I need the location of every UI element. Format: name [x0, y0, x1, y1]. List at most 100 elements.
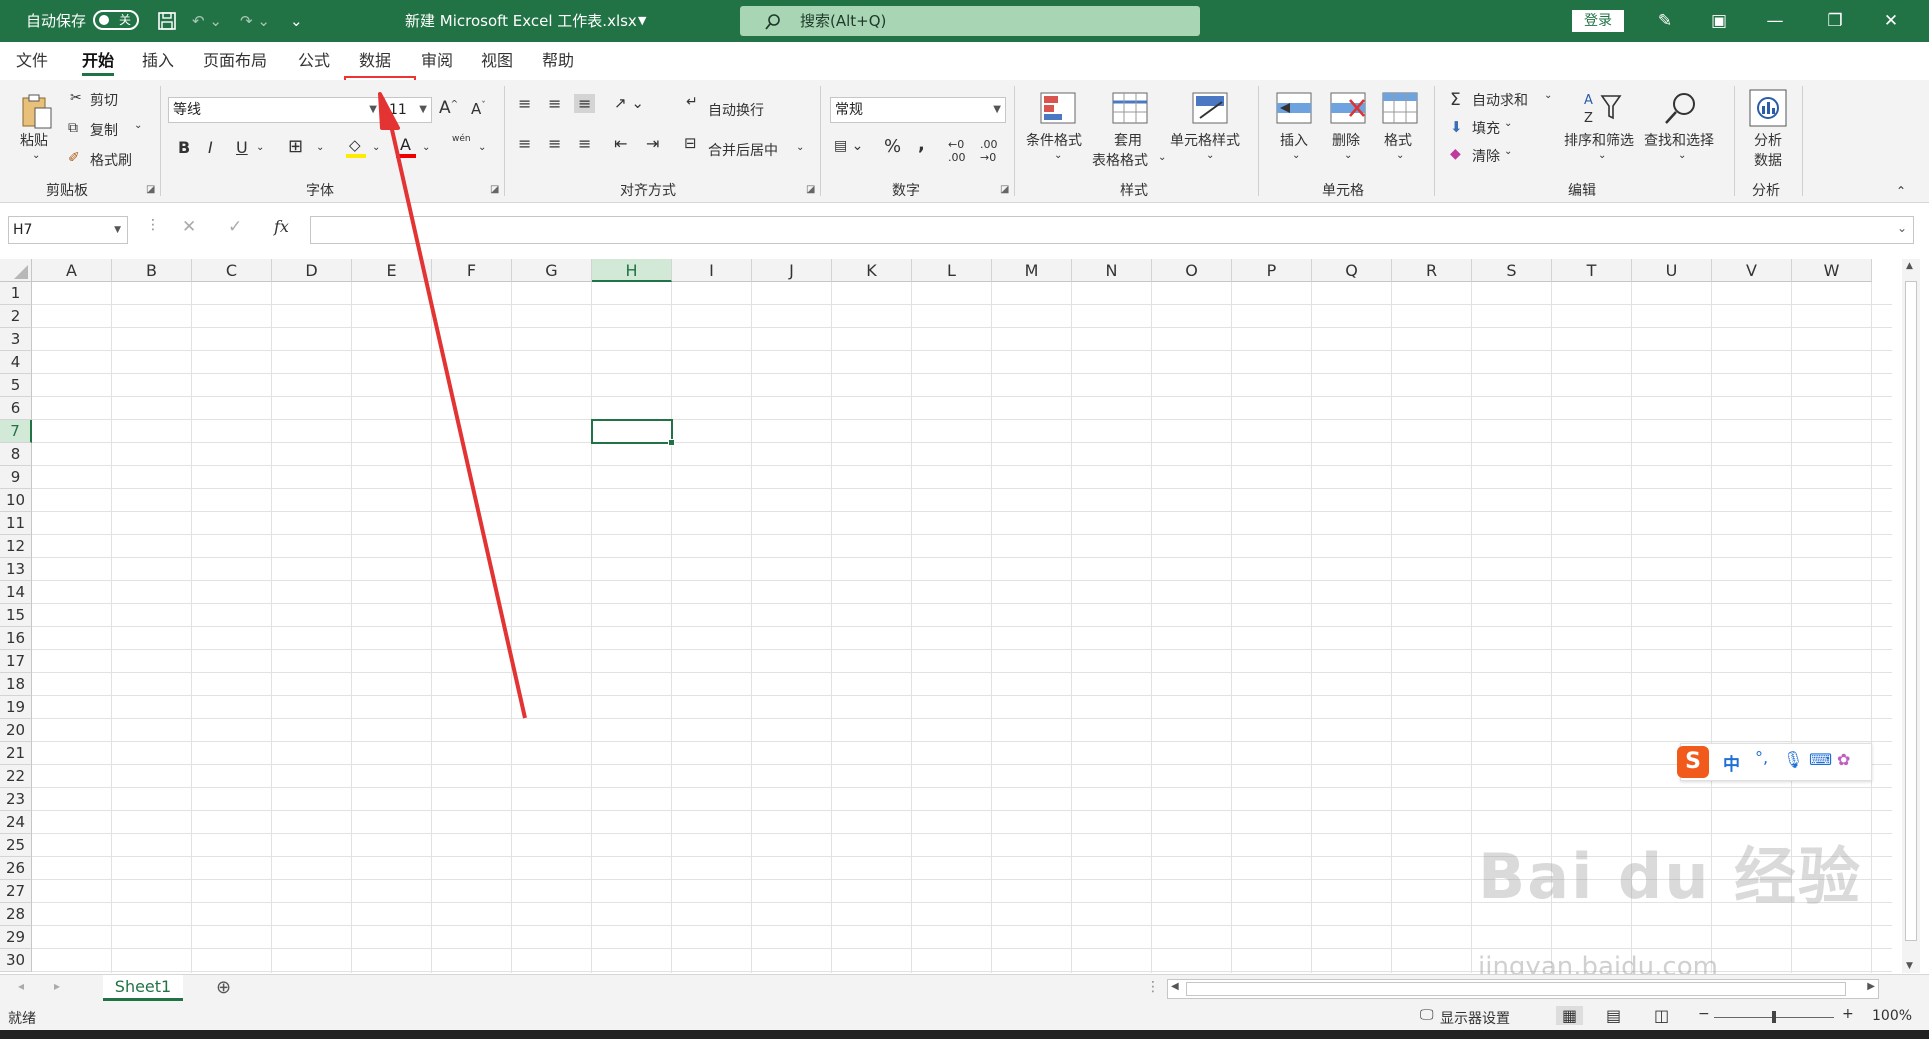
- insert-cells-icon[interactable]: [1276, 92, 1312, 124]
- zoom-level[interactable]: 100%: [1872, 1008, 1912, 1024]
- microphone-icon[interactable]: 🎙: [1783, 750, 1803, 769]
- column-header-p[interactable]: P: [1232, 259, 1312, 282]
- insert-function-icon[interactable]: fx: [274, 217, 289, 236]
- column-header-l[interactable]: L: [912, 259, 992, 282]
- increase-font-icon[interactable]: A^: [439, 98, 458, 118]
- conditional-format-icon[interactable]: [1040, 92, 1076, 124]
- analyze-data-icon[interactable]: [1748, 88, 1788, 128]
- zoom-in-icon[interactable]: +: [1842, 1006, 1854, 1022]
- border-icon[interactable]: ⊞: [288, 136, 303, 157]
- restore-icon[interactable]: ❐: [1812, 0, 1858, 42]
- row-header-24[interactable]: 24: [0, 811, 32, 834]
- row-header-17[interactable]: 17: [0, 650, 32, 673]
- row-header-30[interactable]: 30: [0, 949, 32, 972]
- merge-center-label[interactable]: 合并后居中: [708, 140, 778, 160]
- horizontal-scroll-thumb[interactable]: [1186, 982, 1846, 996]
- ribbon-display-icon[interactable]: ▣: [1696, 0, 1742, 42]
- zoom-out-icon[interactable]: −: [1698, 1006, 1710, 1022]
- column-header-a[interactable]: A: [32, 259, 112, 282]
- paste-chevron-icon[interactable]: ⌄: [32, 150, 40, 161]
- fill-handle[interactable]: [668, 439, 675, 446]
- close-icon[interactable]: ✕: [1868, 0, 1914, 42]
- row-header-21[interactable]: 21: [0, 742, 32, 765]
- prev-sheet-icon[interactable]: ◂: [18, 979, 24, 993]
- minimize-icon[interactable]: —: [1752, 0, 1798, 42]
- column-header-u[interactable]: U: [1632, 259, 1712, 282]
- sheet-tab[interactable]: Sheet1: [103, 975, 183, 1001]
- formula-input[interactable]: ⌄: [310, 216, 1914, 244]
- column-header-w[interactable]: W: [1792, 259, 1872, 282]
- next-sheet-icon[interactable]: ▸: [54, 979, 60, 993]
- enter-icon[interactable]: ✓: [228, 217, 242, 237]
- row-header-15[interactable]: 15: [0, 604, 32, 627]
- scroll-down-icon[interactable]: ▼: [1906, 961, 1913, 971]
- column-header-q[interactable]: Q: [1312, 259, 1392, 282]
- column-header-j[interactable]: J: [752, 259, 832, 282]
- align-top-icon[interactable]: ≡: [518, 94, 531, 113]
- format-painter-label[interactable]: 格式刷: [90, 150, 132, 170]
- row-header-1[interactable]: 1: [0, 282, 32, 305]
- format-as-table-chevron-icon[interactable]: ⌄: [1158, 152, 1166, 163]
- skin-icon[interactable]: ✿: [1837, 750, 1850, 769]
- sort-chevron-icon[interactable]: ⌄: [1598, 150, 1606, 161]
- font-color-icon[interactable]: A: [396, 135, 418, 158]
- collapse-ribbon-icon[interactable]: ⌃: [1896, 184, 1906, 198]
- fill-color-icon[interactable]: ◇: [346, 136, 368, 158]
- align-left-icon[interactable]: ≡: [518, 134, 531, 153]
- orientation-icon[interactable]: ↗ ⌄: [614, 94, 644, 112]
- insert-cells-label[interactable]: 插入: [1280, 130, 1308, 150]
- row-header-28[interactable]: 28: [0, 903, 32, 926]
- phonetic-guide-icon[interactable]: wén: [452, 134, 471, 144]
- ime-mode[interactable]: 中: [1723, 750, 1740, 775]
- font-size-select[interactable]: 11 ▼: [384, 97, 432, 123]
- accounting-format-icon[interactable]: ▤ ⌄: [834, 138, 863, 154]
- tab-page-layout[interactable]: 页面布局: [203, 42, 267, 80]
- tab-review[interactable]: 审阅: [421, 42, 453, 80]
- filename-chevron-icon[interactable]: ▼: [638, 0, 646, 42]
- autosum-label[interactable]: 自动求和: [1472, 90, 1528, 110]
- delete-cells-icon[interactable]: [1330, 92, 1366, 124]
- cell-styles-chevron-icon[interactable]: ⌄: [1206, 150, 1214, 161]
- column-header-k[interactable]: K: [832, 259, 912, 282]
- bold-icon[interactable]: B: [178, 138, 190, 157]
- autosum-chevron-icon[interactable]: ⌄: [1544, 90, 1552, 101]
- row-header-26[interactable]: 26: [0, 857, 32, 880]
- border-chevron-icon[interactable]: ⌄: [316, 142, 324, 153]
- underline-icon[interactable]: U: [236, 138, 248, 157]
- column-header-i[interactable]: I: [672, 259, 752, 282]
- ime-toolbar[interactable]: S 中 °, 🎙 ⌨ ✿: [1677, 743, 1872, 781]
- customize-qat-icon[interactable]: ⌄: [290, 0, 303, 42]
- row-header-6[interactable]: 6: [0, 397, 32, 420]
- tab-data[interactable]: 数据: [359, 42, 391, 80]
- column-header-m[interactable]: M: [992, 259, 1072, 282]
- keyboard-icon[interactable]: ⌨: [1809, 750, 1832, 769]
- tab-insert[interactable]: 插入: [142, 42, 174, 80]
- font-launcher-icon[interactable]: ◪: [490, 184, 499, 195]
- row-header-16[interactable]: 16: [0, 627, 32, 650]
- row-header-18[interactable]: 18: [0, 673, 32, 696]
- underline-chevron-icon[interactable]: ⌄: [256, 142, 264, 153]
- cell-styles-label[interactable]: 单元格样式: [1170, 130, 1240, 150]
- copy-chevron-icon[interactable]: ⌄: [134, 120, 142, 131]
- delete-chevron-icon[interactable]: ⌄: [1344, 150, 1352, 161]
- format-as-table-label-1[interactable]: 套用: [1114, 130, 1142, 150]
- find-select-label[interactable]: 查找和选择: [1644, 130, 1714, 150]
- add-sheet-icon[interactable]: ⊕: [216, 977, 231, 998]
- undo-icon[interactable]: ↶ ⌄: [192, 0, 222, 42]
- merge-chevron-icon[interactable]: ⌄: [796, 142, 804, 153]
- row-header-2[interactable]: 2: [0, 305, 32, 328]
- row-header-9[interactable]: 9: [0, 466, 32, 489]
- column-header-g[interactable]: G: [512, 259, 592, 282]
- phonetic-chevron-icon[interactable]: ⌄: [478, 142, 486, 153]
- italic-icon[interactable]: I: [208, 138, 213, 157]
- scroll-left-icon[interactable]: ◀: [1171, 981, 1179, 992]
- select-all-corner[interactable]: [0, 259, 32, 282]
- column-header-t[interactable]: T: [1552, 259, 1632, 282]
- row-header-3[interactable]: 3: [0, 328, 32, 351]
- scroll-right-icon[interactable]: ▶: [1867, 981, 1875, 992]
- tab-help[interactable]: 帮助: [542, 42, 574, 80]
- format-as-table-icon[interactable]: [1112, 92, 1148, 124]
- row-header-13[interactable]: 13: [0, 558, 32, 581]
- align-bottom-icon[interactable]: ≡: [574, 94, 596, 113]
- sort-filter-label[interactable]: 排序和筛选: [1564, 130, 1634, 150]
